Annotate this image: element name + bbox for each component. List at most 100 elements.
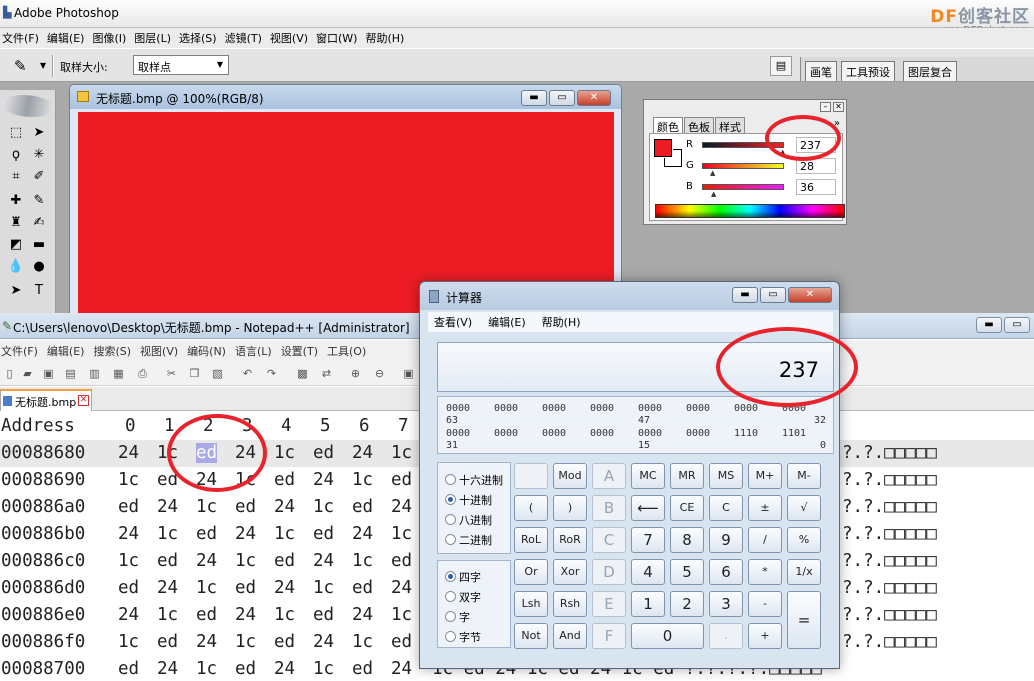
key-c[interactable]: C <box>709 495 743 521</box>
hex-byte[interactable]: ed <box>196 605 217 625</box>
np-menu-language[interactable]: 语言(L) <box>234 343 280 359</box>
zoom-out-icon[interactable]: ⊖ <box>371 365 388 382</box>
hex-byte[interactable]: 24 <box>157 497 178 517</box>
bits-group[interactable]: 0000 <box>446 403 470 414</box>
blue-value-field[interactable]: 36 <box>796 179 836 195</box>
key-n0[interactable]: 0 <box>631 623 704 649</box>
key-n5[interactable]: 5 <box>670 559 704 585</box>
key-mminus[interactable]: M- <box>787 463 821 489</box>
lasso-tool-icon[interactable]: ϙ <box>5 145 27 165</box>
bits-group[interactable]: 0000 <box>638 428 662 439</box>
paste-icon[interactable]: ▧ <box>209 365 226 382</box>
gradient-tool-icon[interactable]: ▬ <box>28 235 50 255</box>
hex-byte[interactable]: ed <box>235 659 256 679</box>
key-pct[interactable]: % <box>787 527 821 553</box>
replace-icon[interactable]: ⇄ <box>318 365 335 382</box>
np-menu-settings[interactable]: 设置(T) <box>280 343 326 359</box>
calculator-title-bar[interactable]: 计算器 ▬ ▭ ✕ <box>420 282 839 310</box>
key-ce[interactable]: CE <box>670 495 704 521</box>
palette-tab-tool-presets[interactable]: 工具预设 <box>841 61 895 81</box>
bits-group[interactable]: 0000 <box>734 403 758 414</box>
hex-byte[interactable]: 1c <box>313 578 334 598</box>
ps-menu-window[interactable]: 窗口(W) <box>314 30 363 46</box>
type-tool-icon[interactable]: T <box>28 281 50 301</box>
bits-group[interactable]: 0000 <box>590 403 614 414</box>
key-div[interactable]: / <box>748 527 782 553</box>
new-file-icon[interactable]: ▯ <box>1 365 18 382</box>
hex-byte[interactable]: ed <box>391 551 412 571</box>
hex-byte[interactable]: 24 <box>391 578 412 598</box>
key-ror[interactable]: RoR <box>553 527 587 553</box>
key-pm[interactable]: ± <box>748 495 782 521</box>
ps-menu-filter[interactable]: 滤镜(T) <box>223 30 268 46</box>
calc-minimize-button[interactable]: ▬ <box>732 287 758 303</box>
close-tab-icon[interactable]: ✕ <box>78 395 89 406</box>
hex-byte[interactable]: ed <box>235 578 256 598</box>
bits-group[interactable]: 0000 <box>638 403 662 414</box>
hex-byte[interactable]: 1c <box>313 497 334 517</box>
copy-icon[interactable]: ❐ <box>186 365 203 382</box>
hex-byte[interactable]: 1c <box>391 443 412 463</box>
bits-group[interactable]: 0000 <box>590 428 614 439</box>
key-not[interactable]: Not <box>514 623 548 649</box>
hex-byte[interactable]: 24 <box>274 578 295 598</box>
print-icon[interactable]: ⎙ <box>134 365 151 382</box>
eraser-tool-icon[interactable]: ◩ <box>5 235 27 255</box>
key-back[interactable]: ⟵ <box>631 495 665 521</box>
key-e[interactable]: E <box>592 591 626 617</box>
zoom-in-icon[interactable]: ⊕ <box>347 365 364 382</box>
hex-byte[interactable]: 1c <box>274 605 295 625</box>
np-minimize-button[interactable]: ▬ <box>976 317 1002 333</box>
hex-byte[interactable]: ed <box>391 632 412 652</box>
bits-group[interactable]: 0000 <box>494 428 518 439</box>
np-menu-file[interactable]: 文件(F) <box>0 343 46 359</box>
doc-minimize-button[interactable]: ▬ <box>521 90 547 106</box>
cut-icon[interactable]: ✂ <box>163 365 180 382</box>
blur-tool-icon[interactable]: 💧 <box>5 257 27 277</box>
hex-byte[interactable]: 24 <box>235 524 256 544</box>
hex-byte[interactable]: 24 <box>313 632 334 652</box>
document-title-bar[interactable]: 无标题.bmp @ 100%(RGB/8) ▬ ▭ ✕ <box>70 85 621 109</box>
bits-group[interactable]: 1110 <box>734 428 758 439</box>
brush-tool-icon[interactable]: ✎ <box>28 191 50 211</box>
hex-byte[interactable]: 1c <box>235 551 256 571</box>
key-mul[interactable]: * <box>748 559 782 585</box>
hex-byte[interactable]: ed <box>274 470 295 490</box>
bits-group[interactable]: 0000 <box>542 403 566 414</box>
key-mc[interactable]: MC <box>631 463 665 489</box>
radio-hex[interactable]: 十六进制 <box>444 472 503 488</box>
hex-byte[interactable]: 24 <box>391 497 412 517</box>
hex-byte[interactable]: ed <box>391 470 412 490</box>
radio-bin[interactable]: 二进制 <box>444 532 492 548</box>
undo-icon[interactable]: ↶ <box>239 365 256 382</box>
key-c-hex[interactable]: C <box>592 527 626 553</box>
save-icon[interactable]: ▣ <box>40 365 57 382</box>
key-a[interactable]: A <box>592 463 626 489</box>
radio-dword[interactable]: 双字 <box>444 589 481 605</box>
hex-byte[interactable]: 1c <box>274 443 295 463</box>
palette-tab-brushes[interactable]: 画笔 <box>805 61 837 81</box>
ps-menu-layer[interactable]: 图层(L) <box>132 30 177 46</box>
hex-byte[interactable]: 1c <box>118 632 139 652</box>
radio-word[interactable]: 字 <box>444 609 470 625</box>
key-d[interactable]: D <box>592 559 626 585</box>
hex-byte[interactable]: ed <box>235 497 256 517</box>
key-n3[interactable]: 3 <box>709 591 743 617</box>
bits-group[interactable]: 0000 <box>686 428 710 439</box>
key-n9[interactable]: 9 <box>709 527 743 553</box>
radio-oct[interactable]: 八进制 <box>444 512 492 528</box>
hex-byte[interactable]: 24 <box>118 524 139 544</box>
key-lsh[interactable]: Lsh <box>514 591 548 617</box>
hex-byte[interactable]: ed <box>352 578 373 598</box>
hex-byte[interactable]: 1c <box>157 524 178 544</box>
key-lparen[interactable]: ( <box>514 495 548 521</box>
key-n6[interactable]: 6 <box>709 559 743 585</box>
calc-menu-edit[interactable]: 编辑(E) <box>482 314 536 330</box>
hex-byte[interactable]: 1c <box>118 551 139 571</box>
tool-preset-caret-icon[interactable]: ▼ <box>40 61 46 70</box>
file-tab[interactable]: 无标题.bmp ✕ <box>0 389 92 411</box>
calc-maximize-button[interactable]: ▭ <box>760 287 786 303</box>
key-xor[interactable]: Xor <box>553 559 587 585</box>
hex-byte[interactable]: 1c <box>313 659 334 679</box>
move-tool-icon[interactable]: ➤ <box>28 123 50 143</box>
